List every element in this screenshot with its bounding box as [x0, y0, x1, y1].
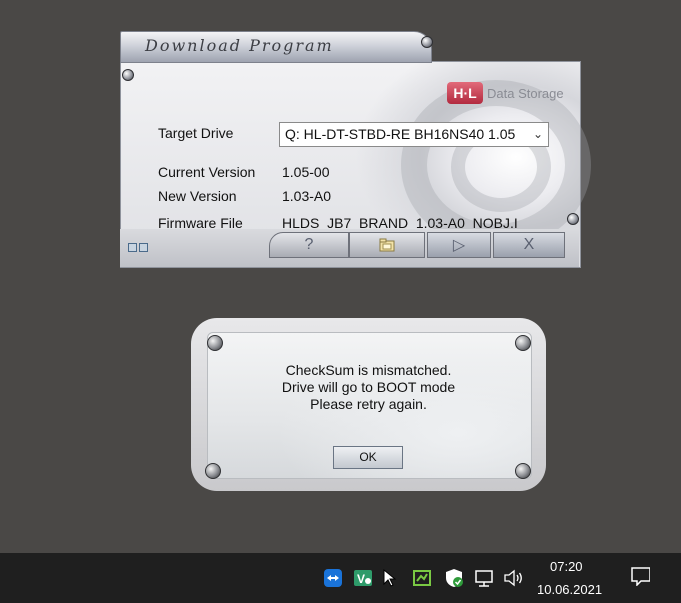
- current-version-label: Current Version: [158, 164, 256, 180]
- greenshot-icon[interactable]: [412, 569, 432, 587]
- hl-logo-mark: H·L: [447, 82, 483, 104]
- clock-time[interactable]: 07:20: [550, 559, 583, 574]
- help-label: ?: [304, 236, 314, 253]
- start-download-button[interactable]: ▷: [427, 232, 491, 258]
- download-program-window: H·L Data Storage Target Drive Q: HL-DT-S…: [119, 29, 591, 268]
- teamviewer-icon[interactable]: [323, 569, 343, 587]
- svg-text:V: V: [357, 572, 365, 586]
- screw-icon: [207, 335, 223, 351]
- close-button[interactable]: X: [493, 232, 565, 258]
- title-knob-icon: [421, 36, 433, 48]
- veeam-icon[interactable]: V: [353, 569, 373, 587]
- window-title-bar[interactable]: Download Program: [120, 31, 432, 63]
- target-drive-value: Q: HL-DT-STBD-RE BH16NS40 1.05: [285, 126, 516, 142]
- taskbar: V 07:20 10.06.2021: [0, 553, 681, 603]
- target-drive-select[interactable]: Q: HL-DT-STBD-RE BH16NS40 1.05 ⌄: [279, 122, 549, 147]
- folder-icon: [379, 238, 395, 252]
- target-drive-label: Target Drive: [158, 125, 234, 141]
- message-line: Drive will go to BOOT mode: [281, 379, 456, 395]
- square-icon: [139, 243, 148, 252]
- open-file-button[interactable]: [349, 232, 425, 258]
- brand-logo: H·L Data Storage: [447, 82, 564, 104]
- play-icon: ▷: [452, 237, 466, 254]
- volume-icon[interactable]: [503, 569, 523, 587]
- clock-date[interactable]: 10.06.2021: [537, 582, 602, 597]
- screw-icon: [515, 463, 531, 479]
- chevron-down-icon: ⌄: [532, 127, 543, 141]
- new-version-value: 1.03-A0: [282, 188, 332, 204]
- brand-text: Data Storage: [487, 85, 564, 101]
- message-line: Please retry again.: [310, 396, 427, 412]
- help-button[interactable]: ?: [269, 232, 349, 258]
- notification-icon[interactable]: [630, 567, 650, 586]
- screw-icon: [515, 335, 531, 351]
- message-line: CheckSum is mismatched.: [285, 362, 452, 378]
- status-indicator-icons: [128, 243, 148, 252]
- network-icon[interactable]: [474, 569, 494, 587]
- cursor-icon[interactable]: [379, 568, 399, 587]
- corner-knob-icon: [122, 69, 134, 81]
- corner-knob-icon: [567, 213, 579, 225]
- close-icon: X: [523, 236, 535, 253]
- window-title: Download Program: [145, 36, 334, 55]
- ok-button[interactable]: OK: [333, 446, 403, 469]
- screw-icon: [205, 463, 221, 479]
- square-icon: [128, 243, 137, 252]
- security-shield-icon[interactable]: [444, 569, 464, 587]
- new-version-label: New Version: [158, 188, 237, 204]
- current-version-value: 1.05-00: [282, 164, 330, 180]
